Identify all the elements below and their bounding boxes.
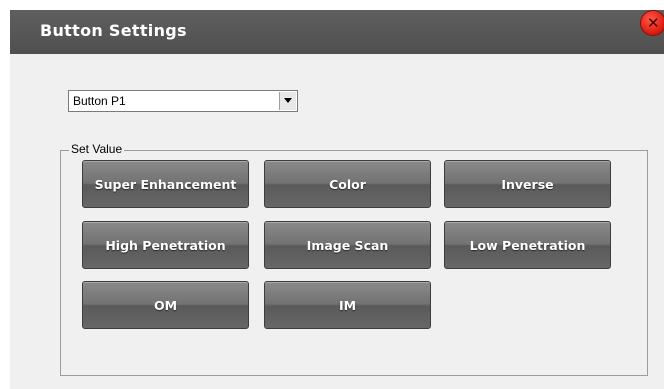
set-value-legend: Set Value [69, 142, 125, 156]
super-enhancement-button[interactable]: Super Enhancement [82, 160, 249, 208]
title-bar[interactable]: Button Settings [10, 10, 664, 54]
low-penetration-button[interactable]: Low Penetration [444, 221, 611, 269]
color-button[interactable]: Color [264, 160, 431, 208]
inverse-button[interactable]: Inverse [444, 160, 611, 208]
om-button[interactable]: OM [82, 281, 249, 329]
button-select-dropdown[interactable]: Button P1 [68, 90, 298, 112]
dialog-title: Button Settings [40, 21, 187, 40]
close-icon[interactable]: ✕ [641, 11, 664, 35]
image-scan-button[interactable]: Image Scan [264, 221, 431, 269]
high-penetration-button[interactable]: High Penetration [82, 221, 249, 269]
im-button[interactable]: IM [264, 281, 431, 329]
button-select-value: Button P1 [73, 94, 126, 108]
dropdown-arrow-icon[interactable] [279, 92, 296, 110]
